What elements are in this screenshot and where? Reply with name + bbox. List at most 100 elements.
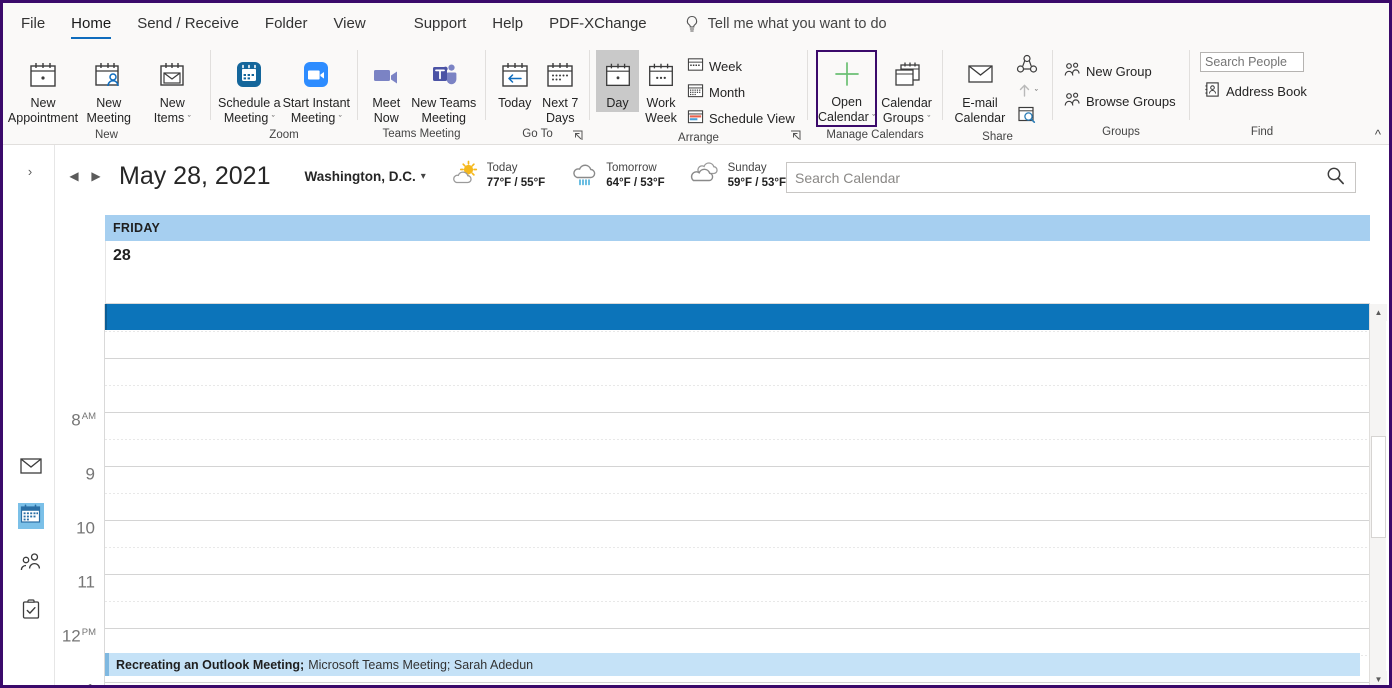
ribbon-group-find: Address Book Find bbox=[1190, 44, 1334, 144]
tab-view-label: View bbox=[333, 15, 366, 32]
weather-today[interactable]: Today 77°F / 55°F bbox=[450, 160, 545, 193]
arrange-dialog-launcher-icon[interactable] bbox=[790, 130, 801, 141]
address-book-button[interactable]: Address Book bbox=[1200, 79, 1311, 103]
new-teams-meeting-label-1: New Teams bbox=[411, 96, 477, 110]
tab-folder[interactable]: Folder bbox=[252, 3, 321, 44]
hour-row-11[interactable] bbox=[105, 466, 1370, 520]
hour-label-10: 10 bbox=[76, 518, 95, 538]
today-button[interactable]: Today bbox=[492, 50, 538, 112]
new-appointment-label-2: Appointment bbox=[7, 111, 79, 125]
expand-folder-pane-button[interactable]: › bbox=[6, 145, 54, 197]
today-icon bbox=[498, 55, 532, 95]
tab-view[interactable]: View bbox=[320, 3, 378, 44]
day-header[interactable]: FRIDAY bbox=[105, 215, 1370, 241]
browse-groups-icon bbox=[1063, 91, 1081, 112]
tab-home[interactable]: Home bbox=[58, 3, 124, 44]
schedule-a-meeting-button[interactable]: Schedule a Meeting ˇ bbox=[217, 50, 282, 127]
scroll-down-button[interactable]: ▼ bbox=[1370, 671, 1387, 685]
schedule-view-button[interactable]: Schedule View bbox=[683, 106, 799, 130]
hour-label-11: 11 bbox=[77, 572, 95, 592]
ribbon-group-arrange: Day Work Week Week Month Schedule View A… bbox=[590, 44, 807, 144]
tell-me-box[interactable]: Tell me what you want to do bbox=[684, 15, 887, 33]
weather-today-temp: 77°F / 55°F bbox=[486, 177, 546, 189]
rail-item-people[interactable] bbox=[18, 551, 44, 577]
search-icon[interactable] bbox=[1326, 166, 1345, 190]
start-instant-meeting-button[interactable]: Start Instant Meeting ˇ bbox=[282, 50, 351, 127]
all-day-area[interactable] bbox=[105, 241, 1370, 304]
ribbon-group-teams-label: Teams Meeting bbox=[382, 128, 461, 140]
hour-row-10[interactable] bbox=[105, 412, 1370, 466]
tab-pdf-xchange[interactable]: PDF-XChange bbox=[536, 3, 660, 44]
hour-row-9[interactable] bbox=[105, 358, 1370, 412]
browse-groups-button[interactable]: Browse Groups bbox=[1059, 89, 1180, 113]
calendar-permissions-icon[interactable] bbox=[1017, 105, 1037, 129]
ribbon-group-find-label: Find bbox=[1250, 126, 1274, 138]
new-meeting-label-1: New bbox=[96, 96, 122, 110]
email-calendar-label-2: Calendar bbox=[954, 111, 1006, 125]
selected-time-slot[interactable] bbox=[105, 304, 1370, 330]
work-week-view-button[interactable]: Work Week bbox=[639, 50, 683, 126]
meet-now-button[interactable]: Meet Now bbox=[364, 50, 409, 126]
tab-send-receive[interactable]: Send / Receive bbox=[124, 3, 252, 44]
calendar-groups-button[interactable]: Calendar Groups ˇ bbox=[877, 50, 936, 127]
hour-label-9: 9 bbox=[85, 464, 95, 484]
day-view-button[interactable]: Day bbox=[596, 50, 639, 112]
hour-row-3pm[interactable] bbox=[105, 682, 1370, 685]
rail-module-icons bbox=[6, 455, 55, 625]
publish-online-button[interactable]: ˇ bbox=[1017, 82, 1038, 104]
hour-row-1pm[interactable] bbox=[105, 574, 1370, 628]
new-items-label-1: New bbox=[159, 96, 185, 110]
prev-day-button[interactable]: ◀ bbox=[63, 164, 85, 188]
month-view-button[interactable]: Month bbox=[683, 80, 799, 104]
new-teams-meeting-button[interactable]: New Teams Meeting bbox=[409, 50, 479, 126]
open-calendar-label-1: Open bbox=[831, 95, 862, 109]
weather-tomorrow[interactable]: Tomorrow 64°F / 53°F bbox=[569, 160, 665, 193]
publish-online-caret: ˇ bbox=[1034, 88, 1038, 98]
navigation-rail: › • • • bbox=[6, 145, 55, 685]
ribbon-group-arrange-label: Arrange bbox=[678, 132, 719, 144]
open-calendar-button[interactable]: Open Calendar ˇ bbox=[816, 50, 878, 127]
search-calendar-box[interactable]: Search Calendar bbox=[786, 162, 1356, 193]
tab-send-receive-label: Send / Receive bbox=[137, 15, 239, 32]
next-7-days-icon bbox=[543, 55, 577, 95]
scrollbar-thumb[interactable] bbox=[1371, 436, 1386, 538]
scroll-up-button[interactable]: ▲ bbox=[1370, 304, 1387, 321]
collapse-ribbon-button[interactable]: ^ bbox=[1375, 127, 1381, 142]
new-meeting-button[interactable]: New Meeting bbox=[77, 50, 141, 126]
new-items-button[interactable]: New Items ˇ bbox=[141, 50, 205, 127]
week-view-button[interactable]: Week bbox=[683, 54, 799, 78]
today-label-1: Today bbox=[498, 96, 532, 110]
people-icon bbox=[19, 552, 43, 577]
week-view-label: Week bbox=[709, 58, 742, 74]
time-grid[interactable] bbox=[105, 304, 1370, 685]
weather-sunday[interactable]: Sunday 59°F / 53°F bbox=[689, 161, 786, 192]
weather-location-button[interactable]: Washington, D.C. ▾ bbox=[305, 169, 426, 184]
new-appointment-label-1: New bbox=[30, 96, 56, 110]
tab-support[interactable]: Support bbox=[401, 3, 480, 44]
hour-gutter: 8AM 9 10 11 12PM 1 2 bbox=[55, 304, 105, 685]
goto-dialog-launcher-icon[interactable] bbox=[572, 130, 583, 141]
schedule-a-meeting-label-2: Meeting ˇ bbox=[223, 111, 275, 125]
search-input[interactable]: Search Calendar bbox=[787, 170, 900, 186]
new-group-button[interactable]: New Group bbox=[1059, 59, 1180, 83]
share-calendar-icon[interactable] bbox=[1015, 54, 1039, 81]
hour-row-12pm[interactable] bbox=[105, 520, 1370, 574]
rail-item-calendar[interactable] bbox=[17, 503, 44, 529]
next-7-days-button[interactable]: Next 7 Days bbox=[538, 50, 584, 126]
new-appointment-button[interactable]: New Appointment bbox=[7, 50, 79, 126]
email-calendar-button[interactable]: E-mail Calendar bbox=[951, 50, 1009, 126]
next-day-button[interactable]: ▶ bbox=[85, 164, 107, 188]
day-view-icon bbox=[602, 55, 634, 95]
ribbon-group-teams-meeting: Meet Now New Teams Meeting Teams Meeting bbox=[358, 44, 485, 144]
search-people-input[interactable] bbox=[1200, 52, 1304, 72]
rail-item-tasks[interactable] bbox=[18, 599, 44, 625]
rail-item-mail[interactable] bbox=[18, 455, 44, 481]
weather-sunday-day: Sunday bbox=[727, 162, 767, 174]
outlook-window: File Home Send / Receive Folder View Sup… bbox=[0, 0, 1392, 688]
tab-help[interactable]: Help bbox=[479, 3, 536, 44]
appointment-item[interactable]: Recreating an Outlook Meeting; Microsoft… bbox=[105, 653, 1360, 676]
tab-file-label: File bbox=[21, 15, 46, 32]
tab-file[interactable]: File bbox=[3, 3, 58, 44]
groups-small-buttons: New Group Browse Groups bbox=[1059, 57, 1180, 113]
calendar-vertical-scrollbar[interactable]: ▲ ▼ bbox=[1369, 304, 1387, 685]
